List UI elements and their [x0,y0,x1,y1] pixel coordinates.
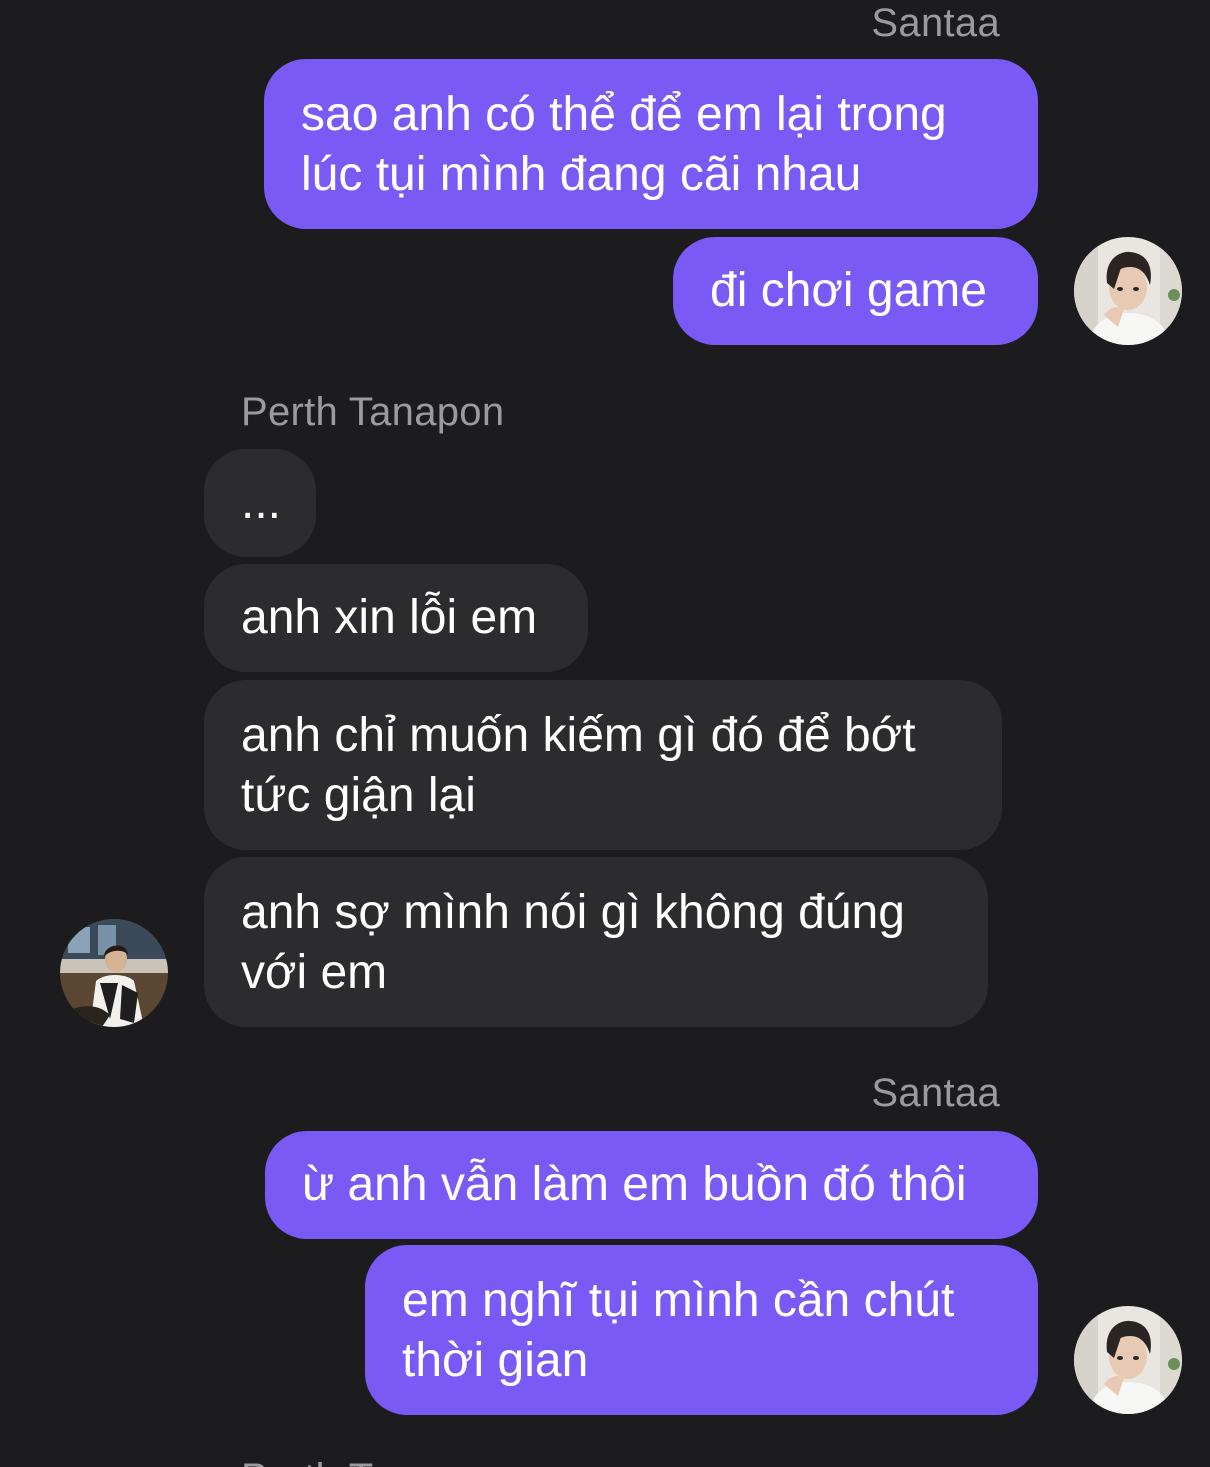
sender-name-santaa: Santaa [871,1,1000,45]
message-bubble-incoming[interactable]: ... [204,449,316,557]
message-bubble-incoming[interactable]: anh chỉ muốn kiếm gì đó để bớt tức giận … [204,680,1002,850]
message-bubble-outgoing[interactable]: đi chơi game [673,237,1038,345]
message-bubble-incoming[interactable]: anh xin lỗi em [204,564,588,672]
message-bubble-outgoing[interactable]: sao anh có thể để em lại trong lúc tụi m… [264,59,1038,229]
avatar-perth[interactable] [60,919,168,1027]
person-photo-icon [1074,237,1182,345]
sender-name-perth: Perth Tanapon [241,1455,504,1467]
avatar-santaa[interactable] [1074,237,1182,345]
sender-name-santaa: Santaa [871,1071,1000,1115]
message-bubble-outgoing[interactable]: ừ anh vẫn làm em buồn đó thôi [265,1131,1038,1239]
person-photo-icon [1074,1306,1182,1414]
message-bubble-outgoing[interactable]: em nghĩ tụi mình cần chút thời gian [365,1245,1038,1415]
person-photo-icon [60,919,168,1027]
chat-screen: Santaa sao anh có thể để em lại trong lú… [0,0,1210,1467]
sender-name-perth: Perth Tanapon [241,390,505,434]
message-bubble-incoming[interactable]: anh sợ mình nói gì không đúng với em [204,857,988,1027]
avatar-santaa[interactable] [1074,1306,1182,1414]
